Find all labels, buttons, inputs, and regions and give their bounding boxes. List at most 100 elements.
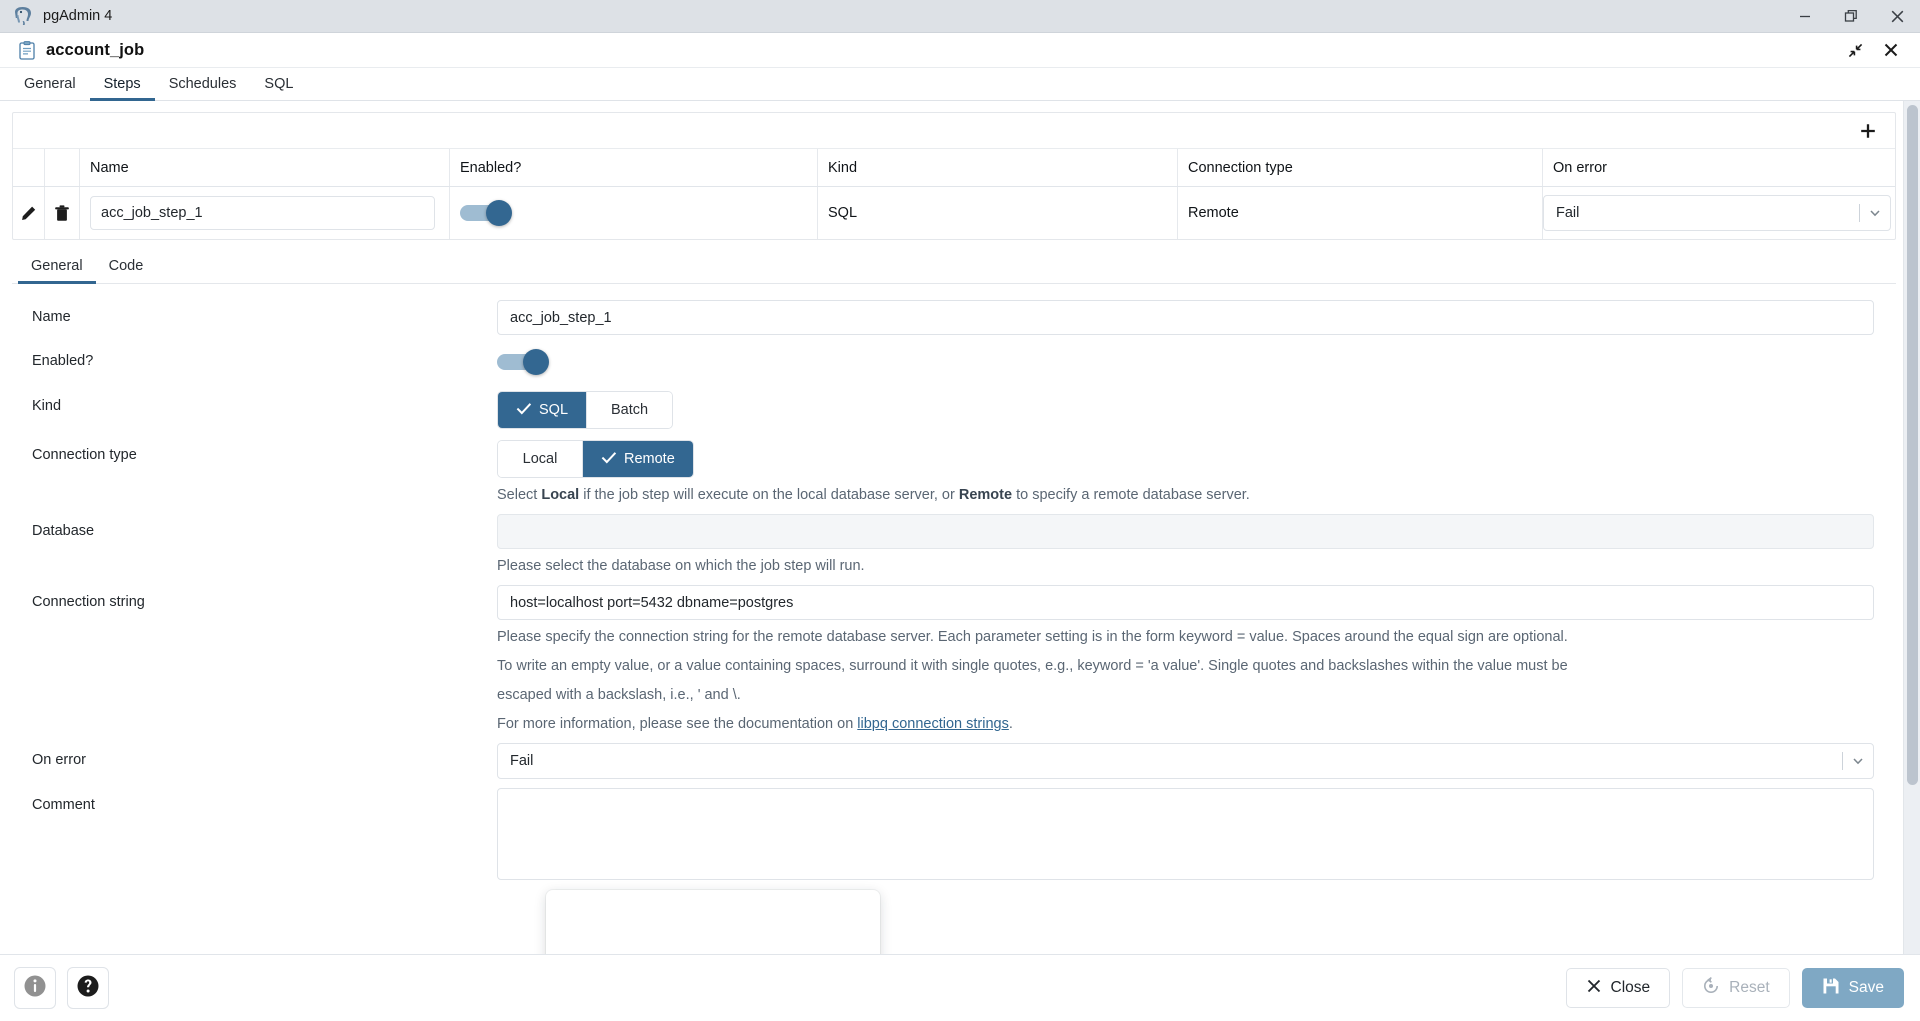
window-close-button[interactable] [1874, 0, 1920, 32]
grid-header-edit-col [13, 149, 45, 186]
field-row-connection-type: Connection type Local Remote Select Loca… [32, 438, 1886, 510]
on-error-select[interactable]: Fail [497, 743, 1874, 779]
connection-type-option-local-label: Local [522, 451, 558, 467]
tab-steps[interactable]: Steps [89, 69, 155, 101]
subtab-general-label: General [31, 258, 83, 274]
enabled-label: Enabled? [32, 353, 94, 369]
grid-header-name: Name [80, 149, 450, 186]
row-delete-button[interactable] [45, 187, 80, 239]
row-name-input[interactable] [90, 196, 435, 230]
add-row-button[interactable] [1853, 117, 1883, 145]
row-on-error-cell: Fail [1543, 187, 1895, 239]
connection-string-help-text: Please specify the connection string for… [497, 620, 1874, 739]
toggle-thumb [486, 200, 512, 226]
comment-textarea[interactable] [497, 788, 1874, 880]
grid-header-kind: Kind [818, 149, 1178, 186]
subtab-general[interactable]: General [18, 251, 96, 284]
save-button[interactable]: Save [1801, 968, 1904, 1008]
help-middle: if the job step will execute on the loca… [579, 487, 959, 503]
field-row-kind: Kind SQL Batch [32, 389, 1886, 429]
field-row-comment: Comment [32, 788, 1886, 885]
comment-label: Comment [32, 797, 95, 813]
connection-string-input[interactable] [497, 585, 1874, 620]
on-error-value: Fail [510, 753, 534, 769]
help-button[interactable] [67, 967, 109, 1009]
vertical-scrollbar[interactable] [1903, 101, 1920, 1021]
row-kind-cell: SQL [818, 187, 1178, 239]
collapse-arrows-icon[interactable] [1840, 37, 1870, 63]
grid-header-enabled: Enabled? [450, 149, 818, 186]
libpq-docs-link[interactable]: libpq connection strings [857, 716, 1009, 732]
connection-type-help-text: Select Local if the job step will execut… [497, 478, 1874, 510]
database-help-text: Please select the database on which the … [497, 558, 865, 574]
help-line-4-suffix: . [1008, 716, 1013, 732]
table-row: SQL Remote Fail [13, 187, 1895, 239]
help-line-4-prefix: For more information, please see the doc… [497, 716, 858, 732]
tab-schedules-label: Schedules [168, 75, 237, 92]
kind-option-batch[interactable]: Batch [587, 392, 673, 428]
scrollbar-thumb[interactable] [1907, 105, 1918, 785]
kind-option-sql[interactable]: SQL [498, 392, 588, 428]
on-error-control: Fail [497, 743, 1886, 779]
info-circle-icon [23, 974, 47, 1003]
tab-sql-label: SQL [264, 75, 294, 92]
help-line-3: escaped with a backslash, i.e., ' and \. [497, 687, 741, 703]
connection-type-option-local[interactable]: Local [498, 441, 583, 477]
reset-button[interactable]: Reset [1682, 968, 1790, 1008]
row-enabled-toggle[interactable] [460, 200, 512, 226]
tab-sql[interactable]: SQL [250, 69, 307, 101]
tab-general-label: General [24, 75, 76, 92]
name-control [497, 300, 1886, 335]
grid-header-row: Name Enabled? Kind Connection type On er… [13, 149, 1895, 187]
dialog-footer: Close Reset Save [0, 954, 1920, 1021]
elephant-logo-icon [12, 6, 34, 26]
database-select[interactable] [497, 514, 1874, 549]
connection-type-control: Local Remote Select Local if the job ste… [497, 438, 1886, 510]
window-minimize-button[interactable] [1782, 0, 1828, 32]
connection-type-option-remote[interactable]: Remote [583, 441, 693, 477]
dialog-close-icon[interactable] [1876, 37, 1906, 63]
row-on-error-value: Fail [1556, 205, 1580, 221]
help-bold-local: Local [541, 487, 580, 503]
save-button-label: Save [1848, 979, 1884, 996]
tab-steps-label: Steps [103, 75, 141, 92]
page-title: account_job [46, 40, 145, 59]
connection-type-button-group: Local Remote [497, 440, 694, 478]
database-control: Please select the database on which the … [497, 514, 1886, 581]
close-button-label: Close [1610, 979, 1651, 996]
row-on-error-select[interactable]: Fail [1543, 195, 1891, 231]
row-edit-button[interactable] [13, 187, 45, 239]
chevron-down-icon [1860, 206, 1890, 220]
check-icon [516, 402, 532, 419]
toggle-thumb [523, 349, 549, 375]
window-restore-button[interactable] [1828, 0, 1874, 32]
question-circle-icon [76, 974, 100, 1003]
step-general-form: Name Enabled? Kind [12, 284, 1896, 885]
field-row-name: Name [32, 300, 1886, 335]
field-row-connection-string: Connection string Please specify the con… [32, 585, 1886, 739]
grid-header-delete-col [45, 149, 80, 186]
dialog-header: account_job [0, 33, 1920, 68]
row-name-cell [80, 187, 450, 239]
subtab-code[interactable]: Code [96, 251, 157, 284]
row-enabled-cell [450, 187, 818, 239]
reset-button-label: Reset [1729, 979, 1770, 996]
tab-general[interactable]: General [10, 69, 90, 101]
name-input[interactable] [497, 300, 1874, 335]
comment-control [497, 788, 1886, 885]
help-suffix: to specify a remote database server. [1012, 487, 1250, 503]
kind-label: Kind [32, 398, 62, 414]
enabled-toggle[interactable] [497, 349, 549, 375]
close-button[interactable]: Close [1565, 968, 1671, 1008]
check-icon [601, 451, 617, 468]
connection-string-label: Connection string [32, 594, 145, 610]
grid-header-on-error: On error [1553, 159, 1607, 176]
help-line-1: Please specify the connection string for… [497, 629, 1568, 645]
help-prefix: Select [497, 487, 542, 503]
kind-option-batch-label: Batch [610, 402, 649, 418]
info-button[interactable] [14, 967, 56, 1009]
tab-schedules[interactable]: Schedules [155, 69, 251, 101]
on-error-label: On error [32, 752, 86, 768]
name-label: Name [32, 309, 71, 325]
help-line-4: For more information, please see the doc… [497, 710, 1874, 739]
